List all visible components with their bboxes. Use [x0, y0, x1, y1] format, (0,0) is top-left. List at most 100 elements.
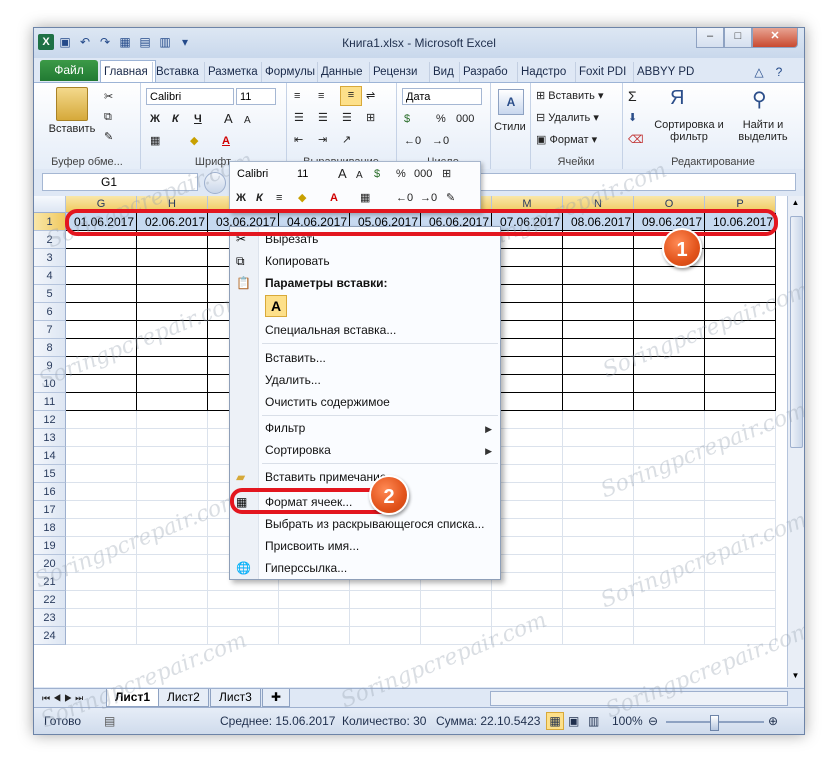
cell[interactable]	[634, 537, 705, 555]
cell[interactable]	[137, 429, 208, 447]
macro-record-icon[interactable]: ▤	[104, 714, 115, 728]
cell[interactable]	[492, 501, 563, 519]
zoom-out-icon[interactable]: ⊖	[648, 714, 658, 728]
cell[interactable]	[705, 411, 776, 429]
cell[interactable]	[137, 393, 208, 411]
horizontal-scrollbar[interactable]	[490, 691, 788, 706]
cell[interactable]	[634, 321, 705, 339]
minimize-button[interactable]: –	[696, 28, 724, 48]
cell[interactable]	[634, 627, 705, 645]
clear-icon[interactable]: ⌫	[628, 132, 644, 148]
mini-align-icon[interactable]: ≡	[276, 190, 282, 206]
cell[interactable]	[137, 267, 208, 285]
tab-addins[interactable]: Надстро	[517, 62, 578, 82]
cell[interactable]	[563, 501, 634, 519]
cell[interactable]	[66, 465, 137, 483]
cell[interactable]	[705, 573, 776, 591]
insert-cells-button[interactable]: ⊞ Вставить ▾	[536, 88, 604, 104]
cell[interactable]	[563, 411, 634, 429]
cell[interactable]	[492, 339, 563, 357]
fill-icon[interactable]: ⬇	[628, 110, 637, 126]
cell[interactable]	[705, 339, 776, 357]
cell[interactable]	[492, 249, 563, 267]
font-size-field[interactable]: 11	[236, 88, 276, 105]
cell[interactable]	[66, 627, 137, 645]
cell[interactable]	[492, 555, 563, 573]
cell[interactable]	[705, 447, 776, 465]
menu-hyperlink[interactable]: Гиперссылка...	[265, 561, 347, 575]
row-header[interactable]: 8	[34, 339, 66, 357]
cell[interactable]	[350, 591, 421, 609]
normal-view-icon[interactable]: ▦	[546, 712, 564, 730]
cell[interactable]	[705, 267, 776, 285]
cell[interactable]	[634, 357, 705, 375]
sheet-tab-list3[interactable]: Лист3	[210, 689, 261, 707]
cell[interactable]	[634, 393, 705, 411]
cell[interactable]	[705, 321, 776, 339]
percent-button[interactable]: %	[436, 111, 446, 127]
decrease-indent-icon[interactable]: ⇤	[294, 132, 303, 148]
cell[interactable]	[421, 609, 492, 627]
tab-page-layout[interactable]: Разметка	[204, 62, 265, 82]
autosum-icon[interactable]: Σ	[628, 88, 637, 104]
delete-cells-button[interactable]: ⊟ Удалить ▾	[536, 110, 599, 126]
mini-italic-button[interactable]: К	[256, 190, 263, 206]
sheet-tab-list1[interactable]: Лист1	[106, 689, 159, 707]
cell[interactable]	[492, 375, 563, 393]
cell[interactable]	[208, 591, 279, 609]
cell[interactable]	[66, 411, 137, 429]
cell[interactable]	[208, 627, 279, 645]
mini-grow-font-icon[interactable]: A	[338, 166, 347, 182]
align-top-icon[interactable]: ≡	[294, 88, 300, 104]
tab-home[interactable]: Главная	[100, 60, 156, 83]
fill-color-icon[interactable]: ◆	[190, 133, 198, 149]
minimize-ribbon-icon[interactable]: △	[750, 63, 768, 81]
font-name-field[interactable]: Calibri	[146, 88, 234, 105]
cell[interactable]	[563, 447, 634, 465]
fx-toggle-icon[interactable]	[204, 172, 226, 194]
cell[interactable]	[137, 321, 208, 339]
cell[interactable]	[563, 465, 634, 483]
cell[interactable]	[492, 591, 563, 609]
cell[interactable]	[634, 267, 705, 285]
new-sheet-icon[interactable]: ✚	[262, 689, 290, 707]
select-all-corner[interactable]	[34, 196, 66, 213]
cell[interactable]	[137, 447, 208, 465]
row-header[interactable]: 3	[34, 249, 66, 267]
cell[interactable]	[705, 393, 776, 411]
menu-insert-comment[interactable]: Вставить примечание	[265, 470, 387, 484]
cell[interactable]	[563, 627, 634, 645]
paste-button[interactable]: Вставить	[42, 123, 102, 135]
increase-indent-icon[interactable]: ⇥	[318, 132, 327, 148]
row-header[interactable]: 7	[34, 321, 66, 339]
cell[interactable]	[492, 285, 563, 303]
cell[interactable]	[492, 627, 563, 645]
row-header[interactable]: 12	[34, 411, 66, 429]
align-center-icon[interactable]: ☰	[318, 110, 328, 126]
cell[interactable]	[279, 591, 350, 609]
cell[interactable]	[66, 519, 137, 537]
cell[interactable]	[563, 357, 634, 375]
sheet-tab-list2[interactable]: Лист2	[158, 689, 209, 707]
cell[interactable]	[492, 393, 563, 411]
cell[interactable]	[705, 465, 776, 483]
cell[interactable]	[492, 483, 563, 501]
cell[interactable]	[421, 591, 492, 609]
cell[interactable]	[492, 447, 563, 465]
mini-currency-icon[interactable]: $	[374, 166, 380, 182]
cell[interactable]	[492, 573, 563, 591]
mini-format-table-icon[interactable]: ⊞	[442, 166, 451, 182]
wrap-text-icon[interactable]: ⇌	[366, 88, 375, 104]
cell[interactable]	[563, 519, 634, 537]
find-select-icon[interactable]: ⚲	[752, 87, 767, 112]
paste-values-icon[interactable]: A	[265, 295, 287, 317]
row-header[interactable]: 2	[34, 231, 66, 249]
scroll-down-icon[interactable]: ▼	[790, 671, 801, 685]
menu-clear-contents[interactable]: Очистить содержимое	[265, 395, 390, 409]
cell[interactable]	[705, 501, 776, 519]
row-header[interactable]: 1	[34, 213, 66, 231]
cell[interactable]	[137, 609, 208, 627]
mini-format-painter-icon[interactable]: ✎	[446, 190, 455, 206]
cell[interactable]	[66, 249, 137, 267]
cell[interactable]	[66, 375, 137, 393]
